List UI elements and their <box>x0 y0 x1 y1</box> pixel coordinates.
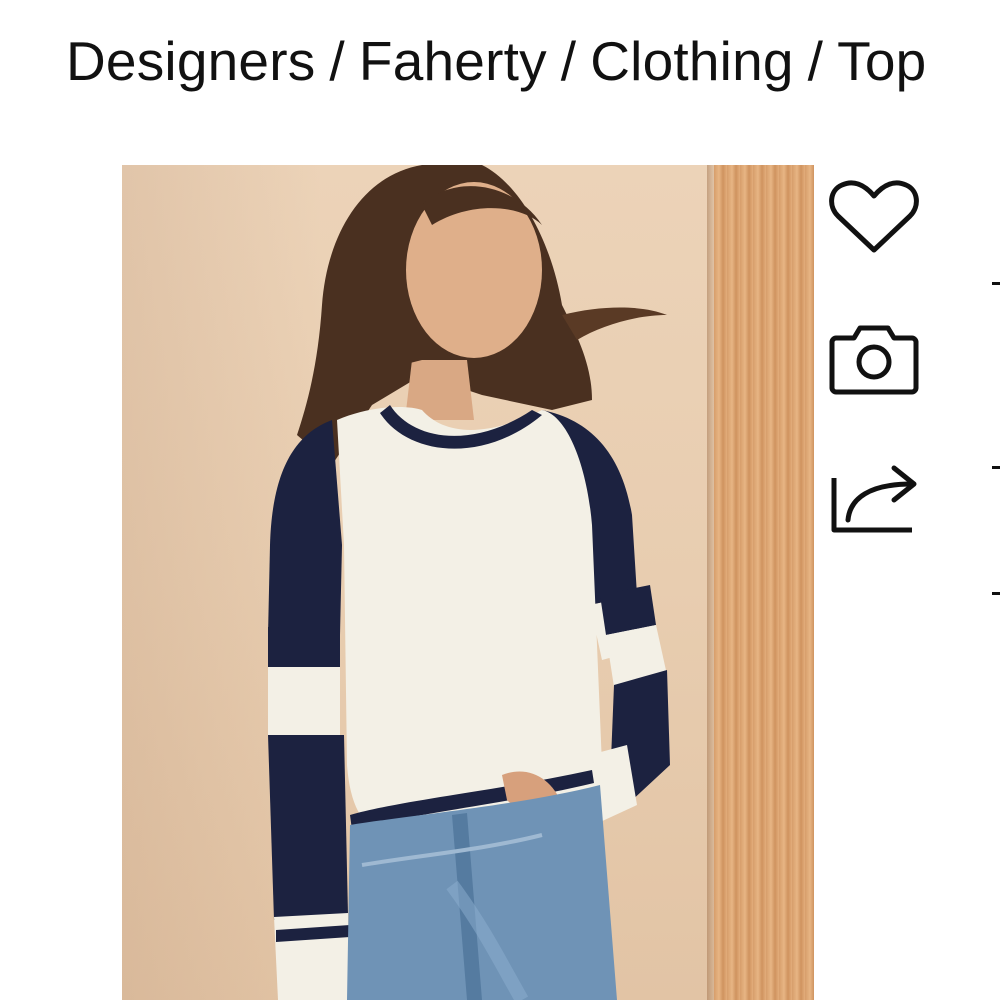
breadcrumb-separator: / <box>807 30 824 92</box>
product-page: Designers / Faherty / Clothing / Top <box>0 0 1000 1000</box>
model-illustration <box>268 165 670 1000</box>
breadcrumb-tops[interactable]: Top <box>837 30 926 92</box>
breadcrumb-separator: / <box>560 30 577 92</box>
breadcrumb-clothing[interactable]: Clothing <box>590 30 793 92</box>
offscreen-edge-mark <box>992 592 1000 595</box>
favorite-button[interactable] <box>826 178 922 268</box>
product-image[interactable] <box>122 165 814 1000</box>
camera-icon <box>829 325 919 395</box>
breadcrumb-faherty[interactable]: Faherty <box>359 30 547 92</box>
heart-icon <box>829 180 919 253</box>
product-actions <box>826 178 922 592</box>
share-icon <box>831 465 917 533</box>
breadcrumb: Designers / Faherty / Clothing / Top <box>66 26 926 96</box>
camera-search-button[interactable] <box>826 316 922 406</box>
share-button[interactable] <box>826 454 922 544</box>
breadcrumb-separator: / <box>329 30 345 92</box>
offscreen-edge-mark <box>992 282 1000 285</box>
offscreen-edge-mark <box>992 466 1000 469</box>
breadcrumb-designers[interactable]: Designers <box>66 30 315 92</box>
